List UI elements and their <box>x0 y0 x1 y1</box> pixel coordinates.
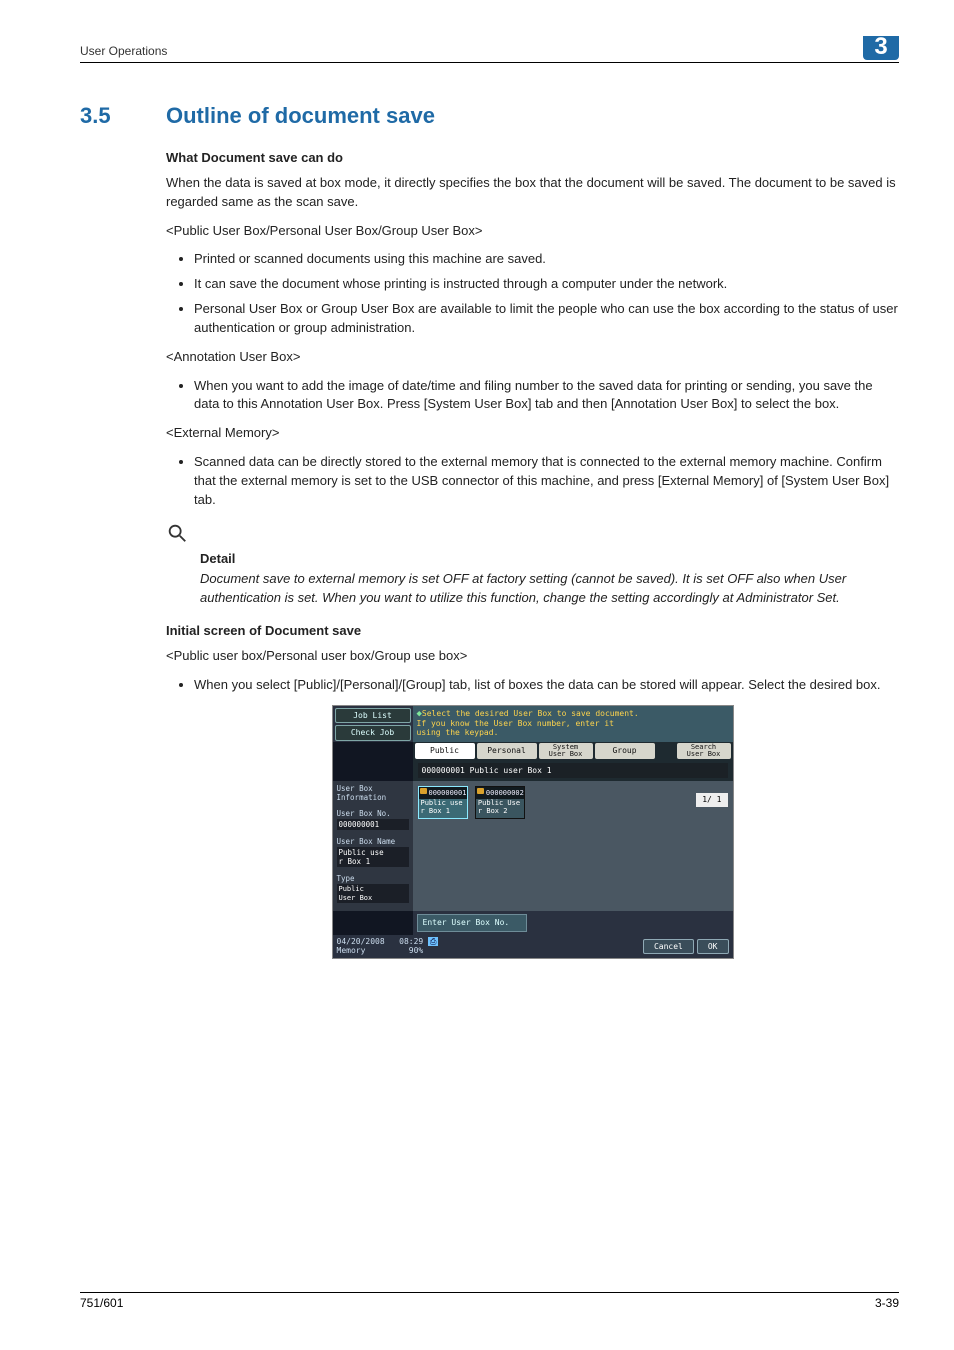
footer-left: 751/601 <box>80 1296 123 1310</box>
list-external: Scanned data can be directly stored to t… <box>166 453 899 510</box>
list-item: It can save the document whose printing … <box>194 275 899 294</box>
value-userbox-no: 000000001 <box>337 819 409 830</box>
subheading-initial: Initial screen of Document save <box>166 622 899 641</box>
box-list-area: 000000001 Public use r Box 1 000000002 P… <box>413 781 733 911</box>
subheading-what: What Document save can do <box>166 149 899 168</box>
tab-personal[interactable]: Personal <box>477 743 537 759</box>
device-screenshot: Job List Check Job ◆Select the desired U… <box>332 705 734 960</box>
ok-button[interactable]: OK <box>697 939 729 955</box>
status-bar: 04/20/2008 08:29 ⎙ Memory 90% <box>337 938 640 956</box>
label-userbox-name: User Box Name <box>337 837 409 846</box>
list-item: When you want to add the image of date/t… <box>194 377 899 415</box>
hint-text: ◆Select the desired User Box to save doc… <box>413 706 733 742</box>
initial-sub: <Public user box/Personal user box/Group… <box>166 647 899 666</box>
list-initial: When you select [Public]/[Personal]/[Gro… <box>166 676 899 695</box>
userbox-tile[interactable]: 000000002 Public Use r Box 2 <box>475 786 525 819</box>
selected-box-display: 000000001 Public user Box 1 <box>418 763 728 779</box>
magnifier-icon <box>166 522 188 550</box>
tab-public[interactable]: Public <box>415 743 475 759</box>
running-header: User Operations <box>80 44 899 58</box>
detail-body: Document save to external memory is set … <box>200 570 899 608</box>
job-list-button[interactable]: Job List <box>335 708 411 724</box>
paragraph-intro: When the data is saved at box mode, it d… <box>166 174 899 212</box>
list-item: Scanned data can be directly stored to t… <box>194 453 899 510</box>
folder-icon: 000000001 <box>419 787 467 799</box>
status-icon: ⎙ <box>428 937 438 946</box>
page-indicator: 1/ 1 <box>696 793 727 807</box>
detail-note: Detail Document save to external memory … <box>166 522 899 608</box>
folder-icon: 000000002 <box>476 787 524 799</box>
list-item: Printed or scanned documents using this … <box>194 250 899 269</box>
check-job-button[interactable]: Check Job <box>335 725 411 741</box>
section-number: 3.5 <box>80 103 166 129</box>
detail-label: Detail <box>200 550 899 569</box>
value-type: Public User Box <box>337 884 409 903</box>
section-heading: 3.5 Outline of document save <box>80 103 899 129</box>
list-item: Personal User Box or Group User Box are … <box>194 300 899 338</box>
subhead-public: <Public User Box/Personal User Box/Group… <box>166 222 899 241</box>
userbox-tile[interactable]: 000000001 Public use r Box 1 <box>418 786 468 819</box>
list-item: When you select [Public]/[Personal]/[Gro… <box>194 676 899 695</box>
enter-userbox-button[interactable]: Enter User Box No. <box>417 914 527 932</box>
page-footer: 751/601 3-39 <box>80 1292 899 1310</box>
cancel-button[interactable]: Cancel <box>643 939 694 955</box>
tab-search[interactable]: Search User Box <box>677 743 731 759</box>
label-userbox-no: User Box No. <box>337 809 409 818</box>
list-annotation: When you want to add the image of date/t… <box>166 377 899 415</box>
label-type: Type <box>337 874 409 883</box>
footer-right: 3-39 <box>875 1296 899 1310</box>
tab-group[interactable]: Group <box>595 743 655 759</box>
subhead-annotation: <Annotation User Box> <box>166 348 899 367</box>
subhead-external: <External Memory> <box>166 424 899 443</box>
userbox-info-panel: User Box Information User Box No. 000000… <box>333 781 413 911</box>
list-public: Printed or scanned documents using this … <box>166 250 899 337</box>
section-title: Outline of document save <box>166 103 435 129</box>
value-userbox-name: Public use r Box 1 <box>337 847 409 867</box>
tab-system[interactable]: System User Box <box>539 743 593 759</box>
chapter-badge: 3 <box>863 36 899 60</box>
